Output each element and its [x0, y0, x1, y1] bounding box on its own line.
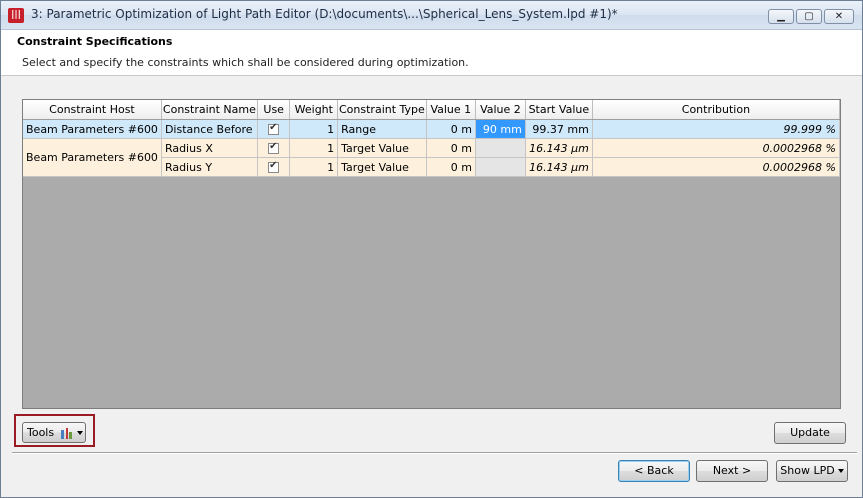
show-lpd-button[interactable]: Show LPD [776, 460, 848, 482]
cell-contribution: 99.999 % [592, 119, 840, 139]
show-lpd-label: Show LPD [780, 464, 835, 477]
constraint-grid[interactable]: Constraint Host Constraint Name Use Weig… [22, 99, 841, 409]
cell-weight[interactable]: 1 [289, 119, 339, 139]
page-title: Constraint Specifications [17, 35, 173, 48]
cell-value1[interactable]: 0 m [426, 157, 477, 177]
tools-button[interactable]: Tools [22, 422, 86, 443]
cell-type[interactable]: Target Value [337, 138, 427, 158]
use-checkbox-cell[interactable]: ✔ [257, 157, 291, 177]
footer-divider [12, 452, 857, 454]
page-subtitle: Select and specify the constraints which… [22, 56, 469, 69]
tools-icon [60, 427, 72, 439]
cell-value1[interactable]: 0 m [426, 119, 477, 139]
column-header-name[interactable]: Constraint Name [161, 100, 258, 120]
cell-host[interactable]: Beam Parameters #600 [23, 119, 162, 139]
column-header-start[interactable]: Start Value [525, 100, 593, 120]
use-checkbox-cell[interactable]: ✔ [257, 119, 291, 139]
next-button[interactable]: Next > [696, 460, 768, 482]
cell-type[interactable]: Target Value [337, 157, 427, 177]
minimize-icon: ▁ [777, 11, 785, 22]
cell-value1[interactable]: 0 m [426, 138, 477, 158]
vl-logo-icon[interactable]: ||| [8, 8, 24, 23]
use-checkbox-cell[interactable]: ✔ [257, 138, 291, 158]
cell-type[interactable]: Range [337, 119, 427, 139]
cell-name[interactable]: Radius X [161, 138, 258, 158]
cell-value2 [475, 157, 526, 177]
header-row: Constraint Host Constraint Name Use Weig… [23, 100, 840, 120]
table-row[interactable]: Beam Parameters #600 Radius X ✔ 1 Target… [23, 138, 840, 177]
update-button[interactable]: Update [774, 422, 846, 444]
column-header-value2[interactable]: Value 2 [475, 100, 526, 120]
minimize-button[interactable]: ▁ [768, 9, 794, 24]
column-header-host[interactable]: Constraint Host [23, 100, 162, 120]
cell-name[interactable]: Distance Before [161, 119, 258, 139]
column-header-value1[interactable]: Value 1 [426, 100, 477, 120]
window-title: 3: Parametric Optimization of Light Path… [31, 7, 618, 21]
chevron-down-icon [76, 431, 83, 435]
chevron-down-icon [837, 469, 844, 473]
cell-weight[interactable]: 1 [289, 138, 339, 158]
cell-value2 [475, 138, 526, 158]
column-header-weight[interactable]: Weight [289, 100, 339, 120]
cell-start: 16.143 µm [525, 157, 593, 177]
back-button[interactable]: < Back [618, 460, 690, 482]
maximize-button[interactable]: ▢ [796, 9, 822, 24]
optimization-window: ||| 3: Parametric Optimization of Light … [0, 0, 863, 498]
cell-contribution: 0.0002968 % [592, 138, 840, 158]
cell-host-merged[interactable]: Beam Parameters #600 [23, 138, 162, 177]
tools-label: Tools [27, 426, 55, 439]
header-band: Constraint Specifications Select and spe… [1, 30, 862, 76]
checkmark-icon: ✔ [269, 122, 278, 133]
cell-start: 99.37 mm [525, 119, 593, 139]
close-button[interactable]: ✕ [824, 9, 854, 24]
column-header-contribution[interactable]: Contribution [592, 100, 840, 120]
cell-start: 16.143 µm [525, 138, 593, 158]
column-header-type[interactable]: Constraint Type [337, 100, 427, 120]
checkmark-icon: ✔ [269, 141, 278, 152]
table-row[interactable]: Beam Parameters #600 Distance Before ✔ 1… [23, 119, 840, 139]
title-bar[interactable]: ||| 3: Parametric Optimization of Light … [1, 1, 862, 30]
use-checkbox[interactable]: ✔ [268, 122, 280, 135]
column-header-use[interactable]: Use [257, 100, 291, 120]
use-checkbox[interactable]: ✔ [268, 141, 280, 154]
use-checkbox[interactable]: ✔ [268, 160, 280, 173]
checkmark-icon: ✔ [269, 160, 278, 171]
cell-name[interactable]: Radius Y [161, 157, 258, 177]
maximize-icon: ▢ [804, 11, 814, 22]
cell-contribution: 0.0002968 % [592, 157, 840, 177]
constraint-table: Constraint Host Constraint Name Use Weig… [23, 100, 840, 177]
cell-value2-selected[interactable]: 90 mm [475, 119, 526, 139]
cell-weight[interactable]: 1 [289, 157, 339, 177]
close-icon: ✕ [834, 11, 844, 22]
